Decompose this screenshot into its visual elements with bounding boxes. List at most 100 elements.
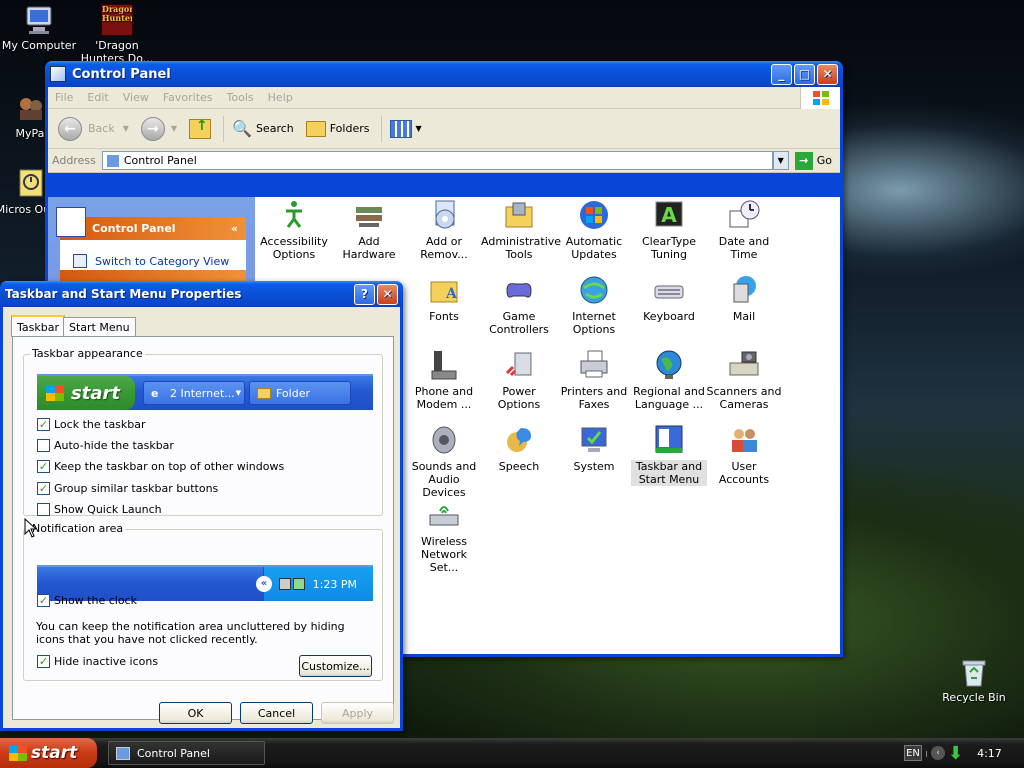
cp-item-add-hardware[interactable]: Add Hardware bbox=[331, 197, 407, 261]
preview-start-button: start bbox=[37, 376, 135, 410]
checkbox-label: Hide inactive icons bbox=[54, 655, 159, 668]
show-clock-checkbox[interactable]: ✓ Show the clock bbox=[37, 594, 137, 607]
taskbar-clock[interactable]: 4:17 bbox=[977, 747, 1002, 760]
cancel-button[interactable]: Cancel bbox=[240, 702, 313, 724]
cp-item-regional-language[interactable]: Regional and Language ... bbox=[631, 347, 707, 411]
dialog-titlebar[interactable]: Taskbar and Start Menu Properties ? ✕ bbox=[0, 281, 403, 307]
hide-inactive-checkbox[interactable]: ✓ Hide inactive icons bbox=[37, 655, 158, 668]
cp-item-sounds-audio[interactable]: Sounds and Audio Devices bbox=[406, 422, 482, 499]
cp-item-keyboard[interactable]: Keyboard bbox=[631, 272, 707, 323]
cp-item-speech[interactable]: Speech bbox=[481, 422, 557, 473]
menu-tools[interactable]: Tools bbox=[220, 91, 261, 104]
svg-text:A: A bbox=[445, 286, 458, 302]
menu-file[interactable]: File bbox=[48, 91, 80, 104]
scanner-camera-icon bbox=[728, 349, 760, 381]
customize-button[interactable]: Customize... bbox=[299, 655, 372, 677]
cp-item-automatic-updates[interactable]: Automatic Updates bbox=[556, 197, 632, 261]
switch-category-view-link[interactable]: Switch to Category View bbox=[95, 255, 229, 268]
menu-edit[interactable]: Edit bbox=[80, 91, 115, 104]
cp-item-cleartype-tuning[interactable]: A ClearType Tuning bbox=[631, 197, 707, 261]
speaker-icon bbox=[428, 424, 460, 456]
preview-task-label: 2 Internet... bbox=[170, 386, 235, 400]
close-button[interactable]: ✕ bbox=[817, 63, 838, 85]
cp-item-add-remove[interactable]: Add or Remov... bbox=[406, 197, 482, 261]
menu-view[interactable]: View bbox=[116, 91, 156, 104]
forward-button[interactable]: → ▼ bbox=[137, 114, 181, 144]
cp-item-internet-options[interactable]: Internet Options bbox=[556, 272, 632, 336]
cp-item-administrative-tools[interactable]: Administrative Tools bbox=[481, 197, 561, 261]
cp-item-taskbar-start-menu[interactable]: Taskbar and Start Menu bbox=[631, 422, 707, 486]
group-buttons-checkbox[interactable]: ✓ Group similar taskbar buttons bbox=[37, 482, 218, 495]
cp-item-user-accounts[interactable]: User Accounts bbox=[706, 422, 782, 486]
control-panel-small-icon bbox=[106, 154, 119, 167]
notification-description: You can keep the notification area unclu… bbox=[36, 620, 345, 646]
help-icon: ? bbox=[361, 287, 368, 301]
minimize-button[interactable]: _ bbox=[771, 63, 792, 85]
back-button[interactable]: ← Back ▼ bbox=[54, 114, 133, 144]
keep-on-top-checkbox[interactable]: ✓ Keep the taskbar on top of other windo… bbox=[37, 460, 284, 473]
dialog-close-button[interactable]: ✕ bbox=[377, 283, 398, 305]
dialog-content: Taskbar Start Menu Taskbar appearance st… bbox=[3, 307, 400, 728]
cp-item-game-controllers[interactable]: Game Controllers bbox=[481, 272, 557, 336]
cp-item-label: Speech bbox=[498, 460, 540, 473]
auto-hide-checkbox[interactable]: Auto-hide the taskbar bbox=[37, 439, 174, 452]
go-button[interactable]: → Go bbox=[794, 151, 836, 170]
preview-start-label: start bbox=[71, 382, 120, 404]
address-dropdown-button[interactable]: ▼ bbox=[772, 151, 789, 170]
checkbox-label: Show Quick Launch bbox=[54, 503, 162, 516]
cp-item-system[interactable]: System bbox=[556, 422, 632, 473]
preview-task-internet: e 2 Internet... ▼ bbox=[143, 381, 245, 405]
go-label: Go bbox=[816, 154, 832, 167]
lock-taskbar-checkbox[interactable]: ✓ Lock the taskbar bbox=[37, 418, 146, 431]
desktop-icon-recycle-bin[interactable]: Recycle Bin bbox=[936, 656, 1012, 704]
menu-favorites[interactable]: Favorites bbox=[156, 91, 220, 104]
cp-item-phone-modem[interactable]: Phone and Modem ... bbox=[406, 347, 482, 411]
ok-button[interactable]: OK bbox=[159, 702, 232, 724]
system-icon bbox=[578, 424, 610, 456]
maximize-button[interactable]: □ bbox=[794, 63, 815, 85]
show-hidden-icons-icon[interactable]: ‹ bbox=[931, 746, 945, 760]
cp-item-label: User Accounts bbox=[718, 460, 770, 486]
taskbar-task-control-panel[interactable]: Control Panel bbox=[108, 741, 265, 765]
desktop-icon-dragon-hunters[interactable]: Dragon Hunters 'Dragon Hunters Do... bbox=[79, 4, 155, 65]
download-arrow-icon[interactable]: ⬇ bbox=[948, 743, 963, 764]
desktop-icon-my-computer[interactable]: My Computer bbox=[1, 4, 77, 52]
address-input[interactable]: Control Panel bbox=[101, 151, 773, 170]
help-button[interactable]: ? bbox=[354, 283, 375, 305]
folders-button[interactable]: Folders bbox=[302, 114, 374, 144]
quick-launch-checkbox[interactable]: Show Quick Launch bbox=[37, 503, 162, 516]
cp-item-mail[interactable]: Mail bbox=[706, 272, 782, 323]
apply-button[interactable]: Apply bbox=[321, 702, 394, 724]
dialog-title: Taskbar and Start Menu Properties bbox=[5, 287, 242, 301]
up-folder-button[interactable]: ↑ bbox=[185, 114, 215, 144]
cp-item-printers-faxes[interactable]: Printers and Faxes bbox=[556, 347, 632, 411]
power-options-icon bbox=[503, 349, 535, 381]
cp-item-date-time[interactable]: Date and Time bbox=[706, 197, 782, 261]
menu-help[interactable]: Help bbox=[261, 91, 300, 104]
recycle-bin-icon bbox=[958, 656, 990, 688]
views-button[interactable]: ▼ bbox=[386, 114, 425, 144]
fonts-folder-icon: A bbox=[428, 274, 460, 306]
cp-item-power-options[interactable]: Power Options bbox=[481, 347, 557, 411]
tab-taskbar[interactable]: Taskbar bbox=[11, 315, 65, 337]
tab-start-menu[interactable]: Start Menu bbox=[63, 317, 136, 336]
cp-item-accessibility[interactable]: Accessibility Options bbox=[256, 197, 332, 261]
automatic-updates-icon bbox=[578, 199, 610, 231]
desktop-icon-label: Recycle Bin bbox=[942, 691, 1006, 704]
chevron-down-icon: ▼ bbox=[777, 156, 784, 165]
search-button[interactable]: 🔍 Search bbox=[228, 114, 298, 144]
control-panel-title-icon bbox=[50, 66, 66, 82]
menu-bar: File Edit View Favorites Tools Help bbox=[48, 87, 840, 109]
control-panel-titlebar[interactable]: Control Panel _ □ ✕ bbox=[45, 61, 843, 87]
accessibility-icon bbox=[278, 199, 310, 231]
language-indicator[interactable]: EN bbox=[904, 745, 922, 761]
start-label: start bbox=[31, 743, 78, 763]
cp-item-fonts[interactable]: A Fonts bbox=[406, 272, 482, 323]
start-button[interactable]: start bbox=[0, 738, 97, 768]
task-pane-header[interactable]: Control Panel « bbox=[56, 207, 246, 240]
internet-explorer-icon: e bbox=[151, 386, 159, 400]
cp-item-label: Printers and Faxes bbox=[560, 385, 628, 411]
checkbox-box bbox=[37, 439, 50, 452]
cp-item-wireless-network[interactable]: Wireless Network Set... bbox=[406, 497, 482, 574]
cp-item-scanners-cameras[interactable]: Scanners and Cameras bbox=[706, 347, 782, 411]
